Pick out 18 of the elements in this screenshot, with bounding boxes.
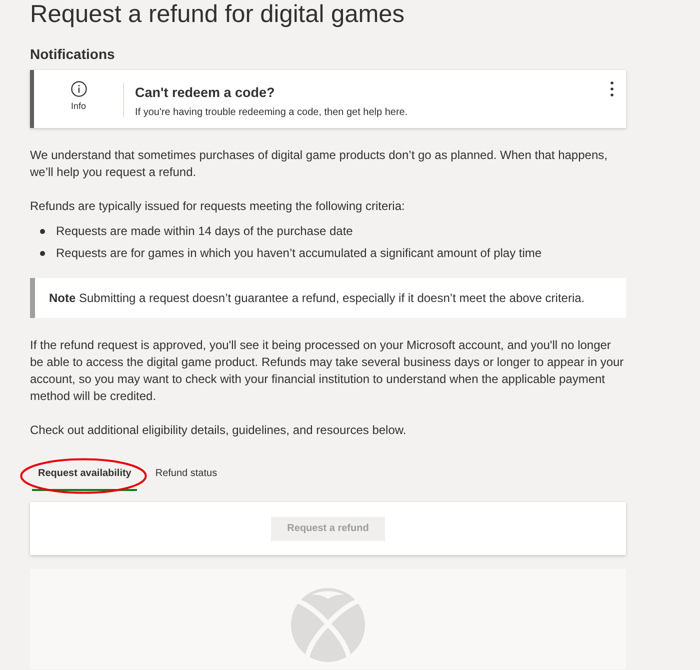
bullet-icon	[40, 250, 45, 256]
criteria-lead: Refunds are typically issued for requests meeting the following criteria:	[30, 198, 406, 215]
section-heading: Notifications	[30, 45, 116, 63]
info-icon	[70, 81, 86, 97]
body-paragraph: If the refund request is approved, you'll see it being processed on your Microsoft account, and you'll no longer be able to access the digital game product. Refunds may take several business days or longer to appear in your account, so you may want to check with your financial institution to understand when the applicable payment method will be credited.	[30, 337, 625, 405]
notification-type-label: Info	[70, 101, 86, 112]
criteria-item: Requests are for games in which you haven’t accumulated a significant amount of play time	[56, 244, 542, 262]
more-options-icon[interactable]	[610, 81, 614, 97]
notification-message: If you're having trouble redeeming a code, then get help here.	[135, 106, 408, 119]
note-text: Note Submitting a request doesn’t guarantee a refund, especially if it doesn’t meet the above criteria.	[49, 290, 585, 306]
notification-title: Can't redeem a code?	[135, 84, 276, 101]
tab[interactable]: Refund status	[149, 459, 224, 491]
intro-paragraph: We understand that sometimes purchases of digital game products don’t go as planned. When that happens, we’ll help you request a refund.	[30, 147, 608, 181]
bullet-icon	[40, 228, 45, 234]
page-title: Request a refund for digital games	[30, 0, 406, 30]
x-circle-logo-icon	[290, 587, 366, 663]
body-paragraph: Check out additional eligibility details, guidelines, and resources below.	[30, 422, 408, 439]
criteria-item: Requests are made within 14 days of the purchase date	[56, 222, 353, 240]
